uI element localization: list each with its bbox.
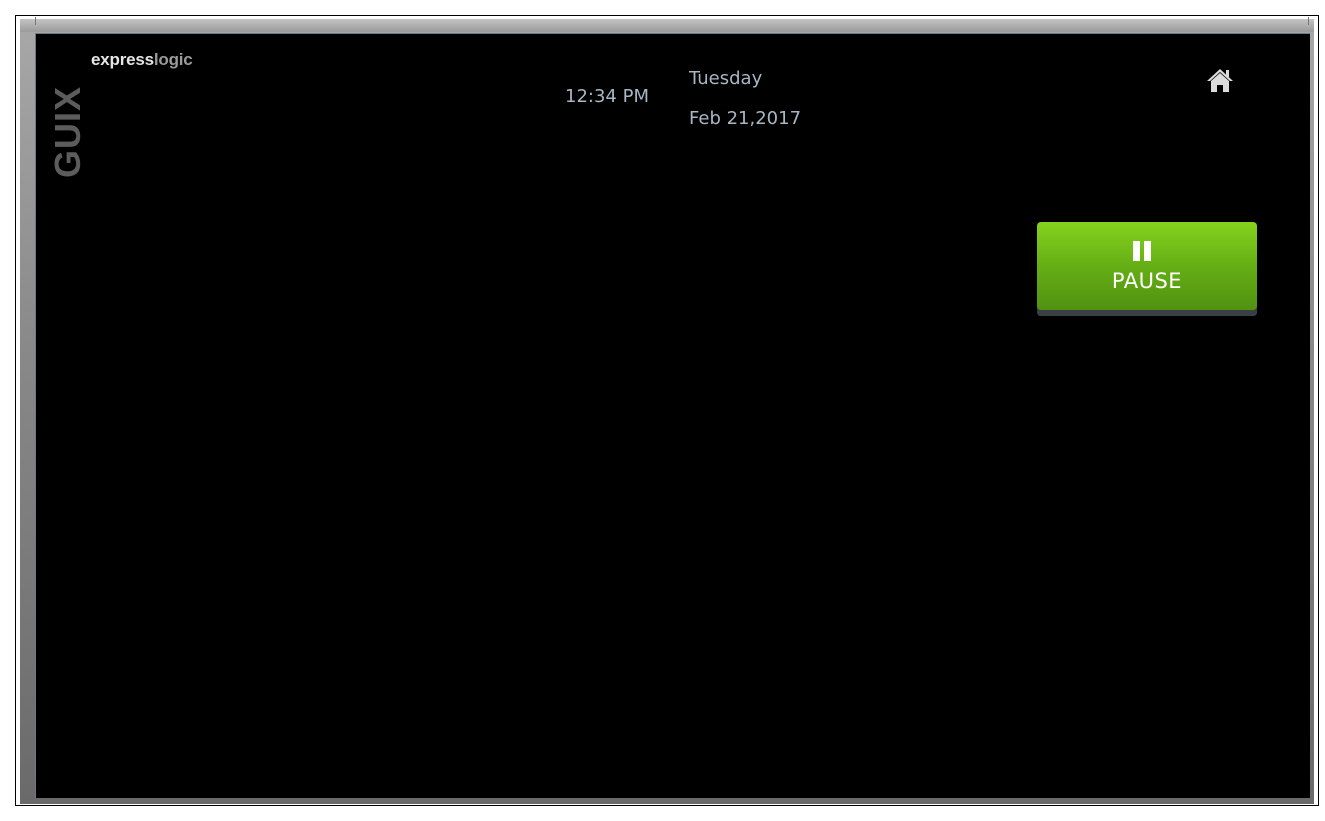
clock-time: 12:34 PM — [565, 86, 649, 107]
pause-button-label: PAUSE — [1111, 269, 1183, 293]
brand-logo: expresslogic — [91, 50, 193, 70]
guix-logo: GUIX — [46, 74, 90, 190]
clock-weekday: Tuesday — [689, 68, 763, 89]
bezel-top-edge — [20, 19, 1314, 32]
guix-logo-text: GUIX — [47, 85, 88, 179]
home-icon[interactable] — [1206, 66, 1234, 94]
brand-logo-bold: express — [91, 50, 154, 69]
display-screen — [35, 33, 1310, 798]
bezel-tick-left — [35, 17, 36, 25]
bezel-tick-right — [1308, 17, 1309, 25]
pause-icon — [1133, 241, 1153, 261]
brand-logo-light: logic — [153, 50, 193, 69]
clock-date: Feb 21,2017 — [689, 108, 802, 129]
